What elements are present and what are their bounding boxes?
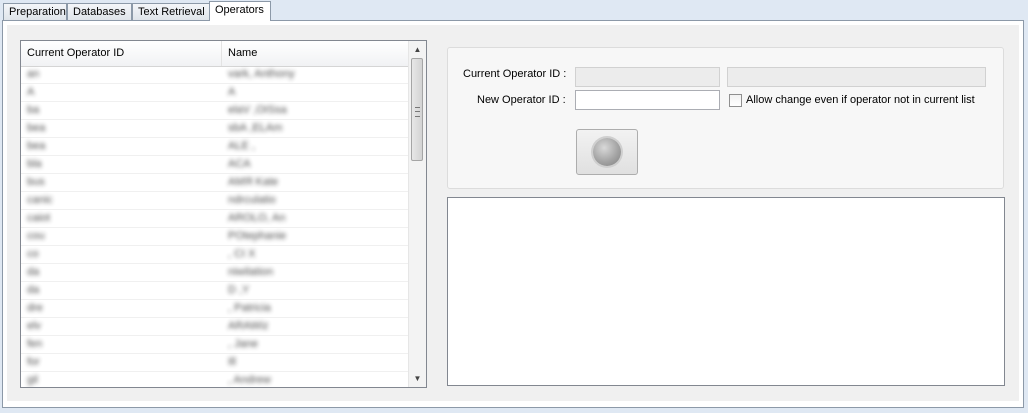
operator-id-cell: bus — [27, 176, 45, 188]
list-item[interactable]: bea sbA ,ELAm — [21, 120, 409, 138]
operator-name-cell: Ill — [228, 356, 236, 368]
list-item[interactable]: co , CI X — [21, 246, 409, 264]
list-item[interactable]: AA — [21, 84, 409, 102]
operator-id-cell: caiot — [27, 212, 51, 224]
list-item[interactable]: da niwilation — [21, 264, 409, 282]
tab-preparation[interactable]: Preparation — [3, 3, 67, 20]
operator-id-cell: for — [27, 356, 40, 368]
operator-name-cell: elaV ,OISsa — [228, 104, 287, 116]
operator-id-cell: gil — [27, 374, 39, 386]
operator-name-cell: POtephanie — [228, 230, 287, 242]
operator-id-cell: da — [27, 266, 40, 278]
operator-id-cell: bea — [27, 140, 46, 152]
list-item[interactable]: gil , Andrew — [21, 372, 409, 387]
operator-name-cell: AROLO, An — [228, 212, 286, 224]
list-item[interactable]: da D ,Y — [21, 282, 409, 300]
column-header-current-operator-id[interactable]: Current Operator ID — [21, 41, 222, 66]
operator-name-cell: , Jane — [228, 338, 258, 350]
current-operator-name-field — [727, 67, 986, 87]
output-box[interactable] — [447, 197, 1005, 386]
operator-name-cell: A — [228, 86, 236, 98]
operator-name-cell: ndrculatio — [228, 194, 276, 206]
list-item[interactable]: canic ndrculatio — [21, 192, 409, 210]
new-operator-label: New Operator ID : — [477, 94, 566, 106]
operator-name-cell: , Patricia — [228, 302, 271, 314]
operator-id-cell: elv — [27, 320, 42, 332]
tab-text-retrieval[interactable]: Text Retrieval — [132, 3, 210, 20]
scrollbar-thumb[interactable] — [411, 58, 423, 161]
scroll-down-icon[interactable]: ▼ — [409, 370, 426, 387]
change-operator-button[interactable] — [576, 129, 638, 175]
current-operator-label: Current Operator ID : — [463, 68, 567, 80]
scroll-up-icon[interactable]: ▲ — [409, 41, 426, 58]
operator-id-cell: an — [27, 68, 40, 80]
operator-name-cell: , CI X — [228, 248, 256, 260]
list-item[interactable]: bla ACA — [21, 156, 409, 174]
new-operator-id-input[interactable] — [575, 90, 720, 110]
operator-id-cell: cou — [27, 230, 45, 242]
operator-name-cell: AMЯ Kate — [228, 176, 279, 188]
list-item[interactable]: dre , Patricia — [21, 300, 409, 318]
column-header-name[interactable]: Name — [222, 41, 409, 66]
list-item[interactable]: caiot AROLO, An — [21, 210, 409, 228]
operator-id-cell: A — [27, 86, 35, 98]
list-item[interactable]: elv ARAWiz — [21, 318, 409, 336]
operator-list[interactable]: Current Operator ID Name an vark, Anthony… — [20, 40, 427, 388]
circle-button-icon — [593, 138, 621, 166]
operator-id-cell: canic — [27, 194, 53, 206]
list-item[interactable]: ba elaV ,OISsa — [21, 102, 409, 120]
operator-name-cell: ARAWiz — [228, 320, 269, 332]
operator-id-cell: dre — [27, 302, 43, 314]
grip-icon — [415, 107, 420, 117]
operator-id-cell: bea — [27, 122, 46, 134]
list-item[interactable]: an vark, Anthony — [21, 66, 409, 84]
allow-change-checkbox[interactable] — [729, 94, 742, 107]
allow-change-checkbox-label[interactable]: Allow change even if operator not in cur… — [746, 94, 975, 106]
tab-databases[interactable]: Databases — [67, 3, 132, 20]
list-item[interactable]: bus AMЯ Kate — [21, 174, 409, 192]
list-item[interactable]: fen , Jane — [21, 336, 409, 354]
list-header: Current Operator ID Name — [21, 41, 409, 67]
list-rows: an vark, Anthony A Aba elaV ,OISsa bea sbA ,EL… — [21, 66, 409, 387]
operator-id-cell: co — [27, 248, 39, 260]
list-item[interactable]: bea ALE , — [21, 138, 409, 156]
list-scrollbar[interactable]: ▲ ▼ — [408, 41, 426, 387]
operator-name-cell: ALE , — [228, 140, 255, 152]
list-item[interactable]: cou POtephanie — [21, 228, 409, 246]
operator-name-cell: , Andrew — [228, 374, 271, 386]
operator-id-cell: da — [27, 284, 40, 296]
current-operator-id-field — [575, 67, 720, 87]
operator-id-cell: ba — [27, 104, 40, 116]
operator-id-cell: bla — [27, 158, 42, 170]
operator-name-cell: vark, Anthony — [228, 68, 295, 80]
operator-name-cell: ACA — [228, 158, 251, 170]
operator-id-cell: fen — [27, 338, 43, 350]
operator-name-cell: D ,Y — [228, 284, 250, 296]
tab-operators[interactable]: Operators — [209, 1, 271, 21]
operator-name-cell: sbA ,ELAm — [228, 122, 283, 134]
operator-name-cell: niwilation — [228, 266, 274, 278]
list-item[interactable]: for Ill — [21, 354, 409, 372]
tab-strip: Preparation Databases Text Retrieval Ope… — [0, 0, 1028, 21]
